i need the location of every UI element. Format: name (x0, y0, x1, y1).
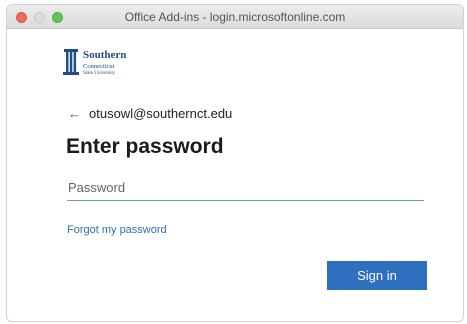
account-email: otusowl@southernct.edu (89, 105, 233, 121)
logo-text-line3: State University (83, 71, 116, 76)
back-arrow-icon[interactable]: ← (68, 106, 81, 121)
back-to-account-button[interactable]: ← otusowl@southernct.edu (68, 105, 232, 121)
window-title: Office Add-ins - login.microsoftonline.c… (124, 10, 346, 24)
browser-window: Office Add-ins - login.microsoftonline.c… (6, 4, 464, 322)
title-bar: Office Add-ins - login.microsoftonline.c… (7, 5, 463, 29)
page-title: Enter password (66, 135, 224, 158)
forgot-password-link[interactable]: Forgot my password (67, 224, 167, 236)
password-input[interactable] (67, 175, 424, 201)
login-panel: Southern Connecticut State University ← … (7, 29, 463, 321)
university-logo: Southern Connecticut State University (63, 47, 153, 83)
logo-text-line1: Southern (83, 49, 127, 61)
logo-text-line2: Connecticut (83, 63, 115, 70)
university-seal-icon (63, 49, 79, 75)
sign-in-button[interactable]: Sign in (327, 261, 427, 290)
